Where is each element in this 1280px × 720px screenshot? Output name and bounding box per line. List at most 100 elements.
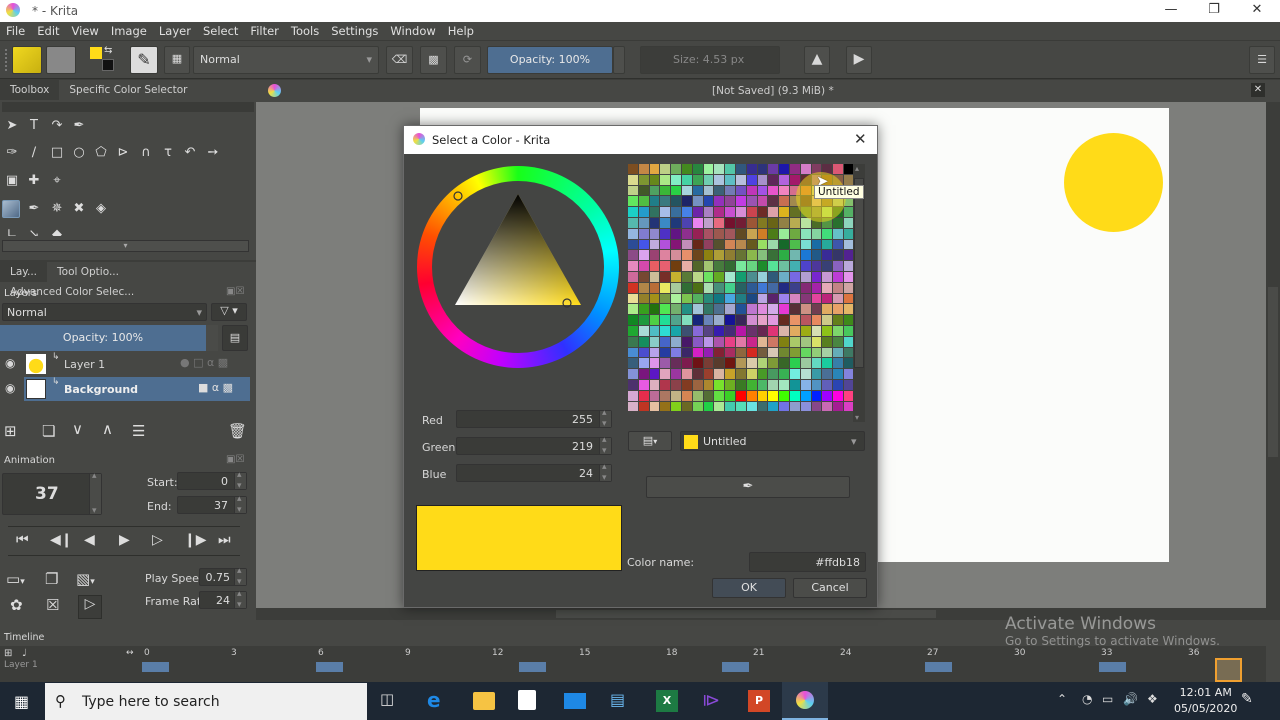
palette-swatch[interactable]: [768, 326, 779, 336]
mirror-vertical-button[interactable]: ▶: [846, 46, 872, 74]
palette-swatch[interactable]: [757, 380, 768, 390]
polygon-tool-icon[interactable]: ⬠: [92, 144, 110, 162]
timeline-ruler[interactable]: 0 3 6 9 12 15 18 21 24 27 30 33 36: [140, 646, 1266, 682]
frame-rate-input[interactable]: 24: [199, 589, 247, 610]
palette-swatch[interactable]: [746, 390, 757, 401]
palette-swatch[interactable]: [660, 390, 671, 401]
palette-swatch[interactable]: [692, 218, 703, 228]
palette-swatch[interactable]: [649, 174, 660, 185]
palette-swatch[interactable]: [790, 228, 800, 239]
palette-swatch[interactable]: [833, 250, 843, 261]
palette-swatch[interactable]: [682, 380, 692, 390]
color-name-input[interactable]: #ffdb18: [749, 552, 866, 572]
palette-swatch[interactable]: [757, 315, 768, 325]
palette-swatch[interactable]: [779, 347, 789, 358]
palette-swatch[interactable]: [628, 282, 638, 293]
palette-swatch[interactable]: [628, 207, 638, 217]
palette-swatch[interactable]: [725, 401, 735, 412]
palette-swatch[interactable]: [628, 315, 638, 325]
show-hidden-icons[interactable]: ⌃: [1057, 692, 1067, 706]
keyframe[interactable]: [519, 662, 546, 672]
palette-swatch[interactable]: [671, 261, 681, 271]
end-frame-input[interactable]: 37: [177, 494, 247, 515]
transform-tool-icon[interactable]: ▣: [3, 172, 21, 190]
palette-swatch[interactable]: [682, 304, 692, 315]
palette-swatch[interactable]: [833, 380, 843, 390]
vertical-scrollbar[interactable]: [1266, 102, 1280, 608]
palette-swatch[interactable]: [800, 239, 811, 250]
palette-swatch[interactable]: [757, 358, 768, 369]
palette-swatch[interactable]: [660, 401, 671, 412]
palette-swatch[interactable]: [779, 250, 789, 261]
start-frame-input[interactable]: 0: [177, 470, 247, 491]
palette-swatch[interactable]: [703, 380, 714, 390]
palette-swatch[interactable]: [628, 369, 638, 379]
gradient-tool-icon[interactable]: [2, 200, 20, 218]
palette-swatch[interactable]: [768, 185, 779, 196]
palette-swatch[interactable]: [649, 207, 660, 217]
palette-swatch[interactable]: [671, 250, 681, 261]
pattern-preset-button[interactable]: [46, 46, 76, 74]
palette-swatch[interactable]: [692, 164, 703, 174]
palette-swatch[interactable]: [638, 272, 649, 282]
palette-swatch[interactable]: [628, 390, 638, 401]
palette-swatch[interactable]: [746, 401, 757, 412]
palette-swatch[interactable]: [790, 218, 800, 228]
palette-swatch[interactable]: [628, 347, 638, 358]
menu-window[interactable]: Window: [384, 22, 441, 38]
palette-swatch[interactable]: [692, 185, 703, 196]
edit-shapes-tool-icon[interactable]: ↷: [48, 117, 66, 135]
palette-swatch[interactable]: [746, 261, 757, 271]
first-frame-icon[interactable]: ⏮: [16, 532, 29, 548]
krita-taskbar-button[interactable]: [782, 682, 828, 720]
close-document-icon[interactable]: ✕: [1251, 83, 1265, 97]
move-tool-icon[interactable]: ✚: [25, 172, 43, 190]
palette-swatch[interactable]: [703, 401, 714, 412]
palette-swatch[interactable]: [725, 293, 735, 304]
palette-swatch[interactable]: [649, 272, 660, 282]
palette-swatch[interactable]: [779, 315, 789, 325]
background-color-swatch[interactable]: [102, 59, 114, 71]
palette-swatch[interactable]: [660, 293, 671, 304]
palette-swatch[interactable]: [790, 315, 800, 325]
palette-swatch[interactable]: [628, 228, 638, 239]
palette-swatch[interactable]: [746, 239, 757, 250]
eyedropper-button[interactable]: ✒: [646, 476, 850, 498]
palette-swatch[interactable]: [682, 369, 692, 379]
palette-swatch[interactable]: [703, 218, 714, 228]
powerpoint-icon[interactable]: P: [748, 690, 770, 712]
palette-swatch[interactable]: [649, 250, 660, 261]
palette-swatch[interactable]: [628, 326, 638, 336]
palette-swatch[interactable]: [660, 174, 671, 185]
excel-icon[interactable]: X: [656, 690, 678, 712]
palette-swatch[interactable]: [714, 336, 725, 347]
minimize-button[interactable]: —: [1148, 0, 1194, 22]
palette-swatch[interactable]: [671, 326, 681, 336]
battery-icon[interactable]: ▭: [1102, 692, 1113, 706]
palette-swatch[interactable]: [692, 261, 703, 271]
palette-swatch[interactable]: [682, 293, 692, 304]
palette-swatch[interactable]: [682, 250, 692, 261]
fill-tool-icon[interactable]: ◈: [92, 200, 110, 218]
sv-triangle[interactable]: [417, 166, 619, 368]
palette-swatch[interactable]: [628, 185, 638, 196]
palette-swatch[interactable]: [746, 174, 757, 185]
palette-swatch[interactable]: [682, 347, 692, 358]
move-layer-down-icon[interactable]: ∨: [72, 420, 83, 438]
palette-swatch[interactable]: [725, 218, 735, 228]
palette-swatch[interactable]: [779, 358, 789, 369]
palette-swatch[interactable]: [746, 196, 757, 207]
palette-swatch[interactable]: [638, 218, 649, 228]
palette-swatch[interactable]: [757, 347, 768, 358]
palette-swatch[interactable]: [736, 401, 746, 412]
current-frame-marker[interactable]: [1215, 658, 1242, 682]
palette-swatch[interactable]: [725, 174, 735, 185]
palette-swatch[interactable]: [703, 228, 714, 239]
playback-range-icon[interactable]: ▷: [78, 595, 102, 619]
zoom-fit-icon[interactable]: ↔: [126, 648, 134, 658]
palette-swatch[interactable]: [671, 196, 681, 207]
palette-swatch[interactable]: [779, 380, 789, 390]
palette-swatch[interactable]: [660, 369, 671, 379]
palette-swatch[interactable]: [779, 196, 789, 207]
palette-swatch[interactable]: [746, 250, 757, 261]
